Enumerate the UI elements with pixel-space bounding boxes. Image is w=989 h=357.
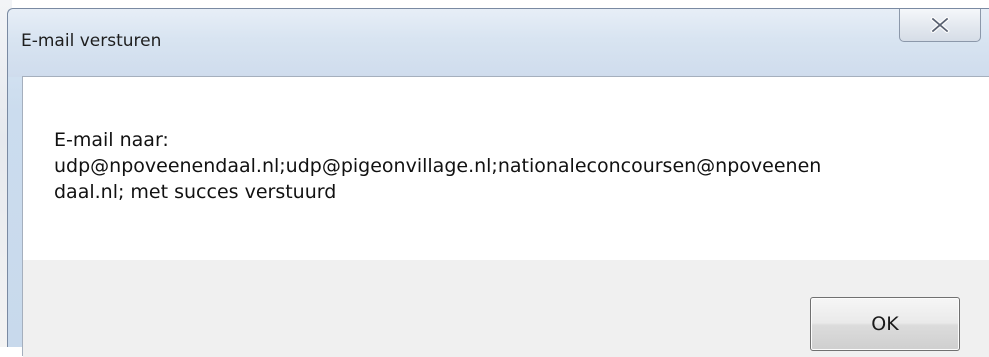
close-button[interactable] <box>899 9 981 42</box>
dialog-content: E-mail naar: udp@npoveenendaal.nl;udp@pi… <box>22 76 989 357</box>
button-strip: OK <box>23 260 989 357</box>
message-dialog: E-mail versturen E-mail naar: udp@npovee… <box>7 8 989 357</box>
close-icon <box>930 17 950 33</box>
message-panel: E-mail naar: udp@npoveenendaal.nl;udp@pi… <box>23 77 989 260</box>
title-bar[interactable]: E-mail versturen <box>8 9 989 77</box>
window-title: E-mail versturen <box>21 31 162 51</box>
message-text: E-mail naar: udp@npoveenendaal.nl;udp@pi… <box>54 129 822 203</box>
ok-button[interactable]: OK <box>810 297 960 351</box>
